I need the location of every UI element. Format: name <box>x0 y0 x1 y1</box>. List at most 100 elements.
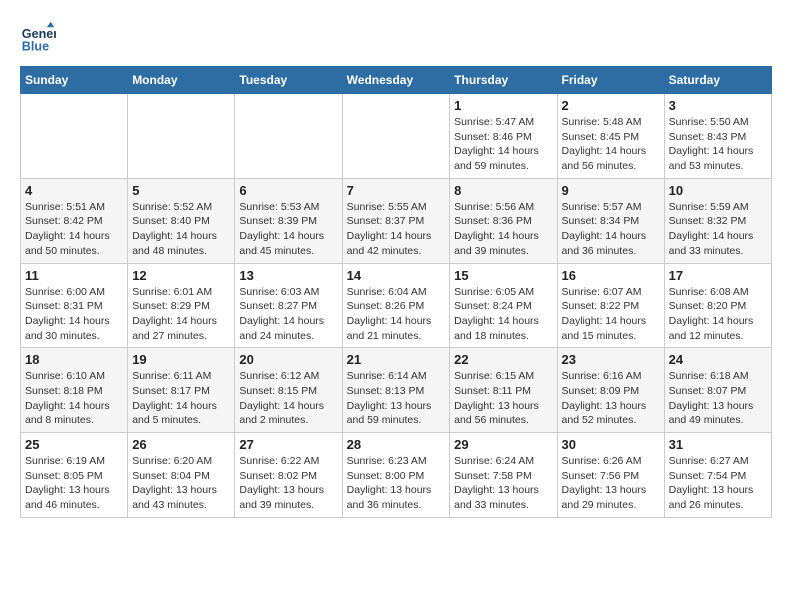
page-header: General Blue <box>20 20 772 56</box>
day-number: 8 <box>454 183 552 198</box>
day-info: Sunrise: 6:24 AM Sunset: 7:58 PM Dayligh… <box>454 454 552 513</box>
day-number: 25 <box>25 437 123 452</box>
day-info: Sunrise: 6:03 AM Sunset: 8:27 PM Dayligh… <box>239 285 337 344</box>
calendar-cell <box>21 94 128 179</box>
calendar-cell: 13 Sunrise: 6:03 AM Sunset: 8:27 PM Dayli… <box>235 263 342 348</box>
day-number: 31 <box>669 437 767 452</box>
day-info: Sunrise: 6:15 AM Sunset: 8:11 PM Dayligh… <box>454 369 552 428</box>
weekday-row: SundayMondayTuesdayWednesdayThursdayFrid… <box>21 67 772 94</box>
day-info: Sunrise: 6:05 AM Sunset: 8:24 PM Dayligh… <box>454 285 552 344</box>
weekday-header-friday: Friday <box>557 67 664 94</box>
week-row-4: 25 Sunrise: 6:19 AM Sunset: 8:05 PM Dayli… <box>21 433 772 518</box>
calendar-cell: 2 Sunrise: 5:48 AM Sunset: 8:45 PM Daylig… <box>557 94 664 179</box>
calendar-table: SundayMondayTuesdayWednesdayThursdayFrid… <box>20 66 772 518</box>
day-number: 17 <box>669 268 767 283</box>
calendar-cell: 26 Sunrise: 6:20 AM Sunset: 8:04 PM Dayli… <box>128 433 235 518</box>
day-info: Sunrise: 6:12 AM Sunset: 8:15 PM Dayligh… <box>239 369 337 428</box>
day-number: 4 <box>25 183 123 198</box>
calendar-cell: 18 Sunrise: 6:10 AM Sunset: 8:18 PM Dayli… <box>21 348 128 433</box>
day-info: Sunrise: 6:10 AM Sunset: 8:18 PM Dayligh… <box>25 369 123 428</box>
day-info: Sunrise: 6:19 AM Sunset: 8:05 PM Dayligh… <box>25 454 123 513</box>
calendar-cell: 14Sunrise: 6:04 AM Sunset: 8:26 PM Dayli… <box>342 263 450 348</box>
day-info: Sunrise: 5:56 AM Sunset: 8:36 PM Dayligh… <box>454 200 552 259</box>
day-number: 29 <box>454 437 552 452</box>
day-info: Sunrise: 6:20 AM Sunset: 8:04 PM Dayligh… <box>132 454 230 513</box>
day-info: Sunrise: 6:23 AM Sunset: 8:00 PM Dayligh… <box>347 454 446 513</box>
calendar-cell: 27 Sunrise: 6:22 AM Sunset: 8:02 PM Dayli… <box>235 433 342 518</box>
day-info: Sunrise: 6:22 AM Sunset: 8:02 PM Dayligh… <box>239 454 337 513</box>
weekday-header-wednesday: Wednesday <box>342 67 450 94</box>
day-info: Sunrise: 6:26 AM Sunset: 7:56 PM Dayligh… <box>562 454 660 513</box>
calendar-cell: 16Sunrise: 6:07 AM Sunset: 8:22 PM Dayli… <box>557 263 664 348</box>
day-number: 20 <box>239 352 337 367</box>
day-info: Sunrise: 6:00 AM Sunset: 8:31 PM Dayligh… <box>25 285 123 344</box>
day-info: Sunrise: 6:16 AM Sunset: 8:09 PM Dayligh… <box>562 369 660 428</box>
day-number: 15 <box>454 268 552 283</box>
weekday-header-tuesday: Tuesday <box>235 67 342 94</box>
day-number: 11 <box>25 268 123 283</box>
day-info: Sunrise: 6:04 AM Sunset: 8:26 PM Dayligh… <box>347 285 446 344</box>
calendar-cell: 28 Sunrise: 6:23 AM Sunset: 8:00 PM Dayli… <box>342 433 450 518</box>
calendar-cell: 19 Sunrise: 6:11 AM Sunset: 8:17 PM Dayli… <box>128 348 235 433</box>
calendar-cell: 11 Sunrise: 6:00 AM Sunset: 8:31 PM Dayli… <box>21 263 128 348</box>
week-row-2: 11 Sunrise: 6:00 AM Sunset: 8:31 PM Dayli… <box>21 263 772 348</box>
day-info: Sunrise: 5:55 AM Sunset: 8:37 PM Dayligh… <box>347 200 446 259</box>
day-info: Sunrise: 5:53 AM Sunset: 8:39 PM Dayligh… <box>239 200 337 259</box>
week-row-0: 1 Sunrise: 5:47 AM Sunset: 8:46 PM Daylig… <box>21 94 772 179</box>
day-number: 10 <box>669 183 767 198</box>
calendar-cell: 7Sunrise: 5:55 AM Sunset: 8:37 PM Daylig… <box>342 178 450 263</box>
day-number: 18 <box>25 352 123 367</box>
logo: General Blue <box>20 20 56 56</box>
week-row-1: 4 Sunrise: 5:51 AM Sunset: 8:42 PM Daylig… <box>21 178 772 263</box>
day-number: 27 <box>239 437 337 452</box>
calendar-cell: 5Sunrise: 5:52 AM Sunset: 8:40 PM Daylig… <box>128 178 235 263</box>
day-number: 28 <box>347 437 446 452</box>
calendar-cell: 8 Sunrise: 5:56 AM Sunset: 8:36 PM Daylig… <box>450 178 557 263</box>
calendar-header: SundayMondayTuesdayWednesdayThursdayFrid… <box>21 67 772 94</box>
weekday-header-thursday: Thursday <box>450 67 557 94</box>
calendar-cell <box>128 94 235 179</box>
week-row-3: 18 Sunrise: 6:10 AM Sunset: 8:18 PM Dayli… <box>21 348 772 433</box>
calendar-cell: 6 Sunrise: 5:53 AM Sunset: 8:39 PM Daylig… <box>235 178 342 263</box>
calendar-cell: 21Sunrise: 6:14 AM Sunset: 8:13 PM Dayli… <box>342 348 450 433</box>
calendar-cell: 29 Sunrise: 6:24 AM Sunset: 7:58 PM Dayli… <box>450 433 557 518</box>
day-info: Sunrise: 6:27 AM Sunset: 7:54 PM Dayligh… <box>669 454 767 513</box>
day-number: 19 <box>132 352 230 367</box>
day-info: Sunrise: 5:59 AM Sunset: 8:32 PM Dayligh… <box>669 200 767 259</box>
calendar-cell: 15 Sunrise: 6:05 AM Sunset: 8:24 PM Dayli… <box>450 263 557 348</box>
day-info: Sunrise: 6:11 AM Sunset: 8:17 PM Dayligh… <box>132 369 230 428</box>
calendar-cell: 25 Sunrise: 6:19 AM Sunset: 8:05 PM Dayli… <box>21 433 128 518</box>
day-info: Sunrise: 6:07 AM Sunset: 8:22 PM Dayligh… <box>562 285 660 344</box>
calendar-cell: 23 Sunrise: 6:16 AM Sunset: 8:09 PM Dayli… <box>557 348 664 433</box>
day-info: Sunrise: 5:50 AM Sunset: 8:43 PM Dayligh… <box>669 115 767 174</box>
calendar-cell: 4 Sunrise: 5:51 AM Sunset: 8:42 PM Daylig… <box>21 178 128 263</box>
calendar-cell: 12 Sunrise: 6:01 AM Sunset: 8:29 PM Dayli… <box>128 263 235 348</box>
weekday-header-sunday: Sunday <box>21 67 128 94</box>
weekday-header-saturday: Saturday <box>664 67 771 94</box>
calendar-cell: 22Sunrise: 6:15 AM Sunset: 8:11 PM Dayli… <box>450 348 557 433</box>
day-number: 12 <box>132 268 230 283</box>
day-number: 23 <box>562 352 660 367</box>
day-number: 2 <box>562 98 660 113</box>
day-number: 6 <box>239 183 337 198</box>
day-info: Sunrise: 6:01 AM Sunset: 8:29 PM Dayligh… <box>132 285 230 344</box>
day-info: Sunrise: 5:57 AM Sunset: 8:34 PM Dayligh… <box>562 200 660 259</box>
day-info: Sunrise: 5:47 AM Sunset: 8:46 PM Dayligh… <box>454 115 552 174</box>
logo-icon: General Blue <box>20 20 56 56</box>
day-number: 26 <box>132 437 230 452</box>
calendar-cell: 20 Sunrise: 6:12 AM Sunset: 8:15 PM Dayli… <box>235 348 342 433</box>
day-info: Sunrise: 6:08 AM Sunset: 8:20 PM Dayligh… <box>669 285 767 344</box>
day-info: Sunrise: 5:51 AM Sunset: 8:42 PM Dayligh… <box>25 200 123 259</box>
calendar-cell: 9Sunrise: 5:57 AM Sunset: 8:34 PM Daylig… <box>557 178 664 263</box>
calendar-cell <box>235 94 342 179</box>
day-info: Sunrise: 5:48 AM Sunset: 8:45 PM Dayligh… <box>562 115 660 174</box>
svg-text:Blue: Blue <box>22 40 49 54</box>
day-number: 30 <box>562 437 660 452</box>
day-info: Sunrise: 5:52 AM Sunset: 8:40 PM Dayligh… <box>132 200 230 259</box>
day-info: Sunrise: 6:18 AM Sunset: 8:07 PM Dayligh… <box>669 369 767 428</box>
day-number: 21 <box>347 352 446 367</box>
calendar-body: 1 Sunrise: 5:47 AM Sunset: 8:46 PM Daylig… <box>21 94 772 518</box>
day-number: 1 <box>454 98 552 113</box>
day-number: 13 <box>239 268 337 283</box>
weekday-header-monday: Monday <box>128 67 235 94</box>
